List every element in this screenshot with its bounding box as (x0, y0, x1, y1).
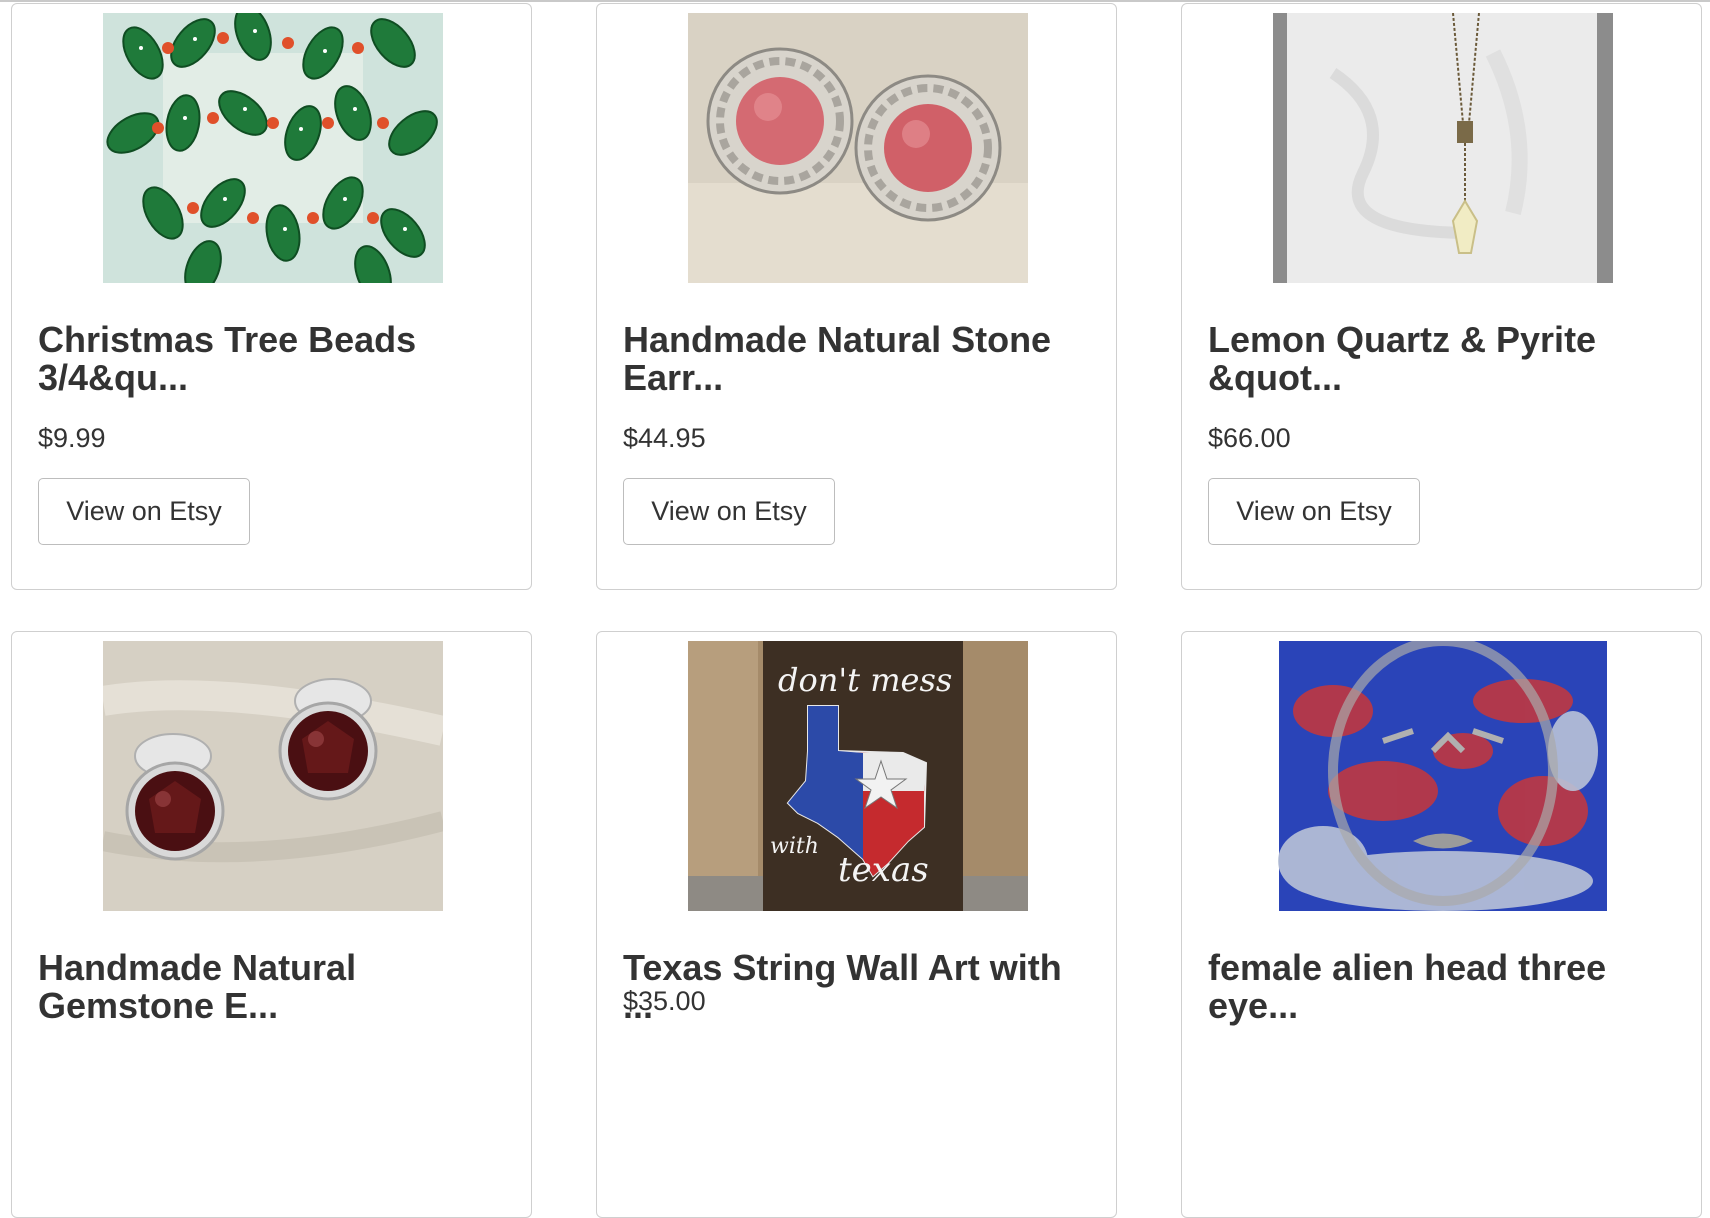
listing-title[interactable]: female alien head three eye... (1208, 949, 1678, 1025)
christmas-tree-beads-image[interactable] (103, 13, 443, 283)
listing-card: female alien head three eye... (1181, 631, 1702, 1218)
top-border (0, 0, 1710, 2)
listing-card: Lemon Quartz & Pyrite &quot... $66.00 Vi… (1181, 3, 1702, 590)
image-text-line2: with (770, 834, 819, 859)
listing-card: don't mess with texas Texas String Wall … (596, 631, 1117, 1218)
listing-price: $66.00 (1208, 423, 1291, 453)
view-on-etsy-button[interactable]: View on Etsy (38, 478, 250, 545)
view-on-etsy-button[interactable]: View on Etsy (623, 478, 835, 545)
listing-title[interactable]: Christmas Tree Beads 3/4&qu... (38, 321, 508, 397)
texas-string-art-image[interactable]: don't mess with texas (688, 641, 1028, 911)
listing-price: $9.99 (38, 423, 106, 453)
pink-stone-earrings-image[interactable] (688, 13, 1028, 283)
listing-card: Handmade Natural Gemstone E... (11, 631, 532, 1218)
alien-head-painting-icon (1273, 641, 1613, 911)
quartz-pendant-necklace-icon (1273, 13, 1613, 283)
pink-stone-earrings-icon (688, 13, 1028, 283)
listing-price: $44.95 (623, 423, 706, 453)
listing-title[interactable]: Handmade Natural Gemstone E... (38, 949, 508, 1025)
alien-head-painting-image[interactable] (1273, 641, 1613, 911)
texas-string-art-icon: don't mess with texas (688, 641, 1028, 911)
christmas-tree-beads-icon (103, 13, 443, 283)
listing-title[interactable]: Handmade Natural Stone Earr... (623, 321, 1093, 397)
listing-card: Handmade Natural Stone Earr... $44.95 Vi… (596, 3, 1117, 590)
listing-card: Christmas Tree Beads 3/4&qu... $9.99 Vie… (11, 3, 532, 590)
listing-grid: Christmas Tree Beads 3/4&qu... $9.99 Vie… (11, 3, 1704, 1218)
garnet-stud-earrings-image[interactable] (103, 641, 443, 911)
garnet-stud-earrings-icon (103, 641, 443, 911)
listing-price: $35.00 (623, 986, 706, 1016)
quartz-pendant-necklace-image[interactable] (1273, 13, 1613, 283)
image-text-line3: texas (838, 850, 929, 890)
view-on-etsy-button[interactable]: View on Etsy (1208, 478, 1420, 545)
listing-title[interactable]: Lemon Quartz & Pyrite &quot... (1208, 321, 1678, 397)
image-text-line1: don't mess (778, 661, 952, 699)
